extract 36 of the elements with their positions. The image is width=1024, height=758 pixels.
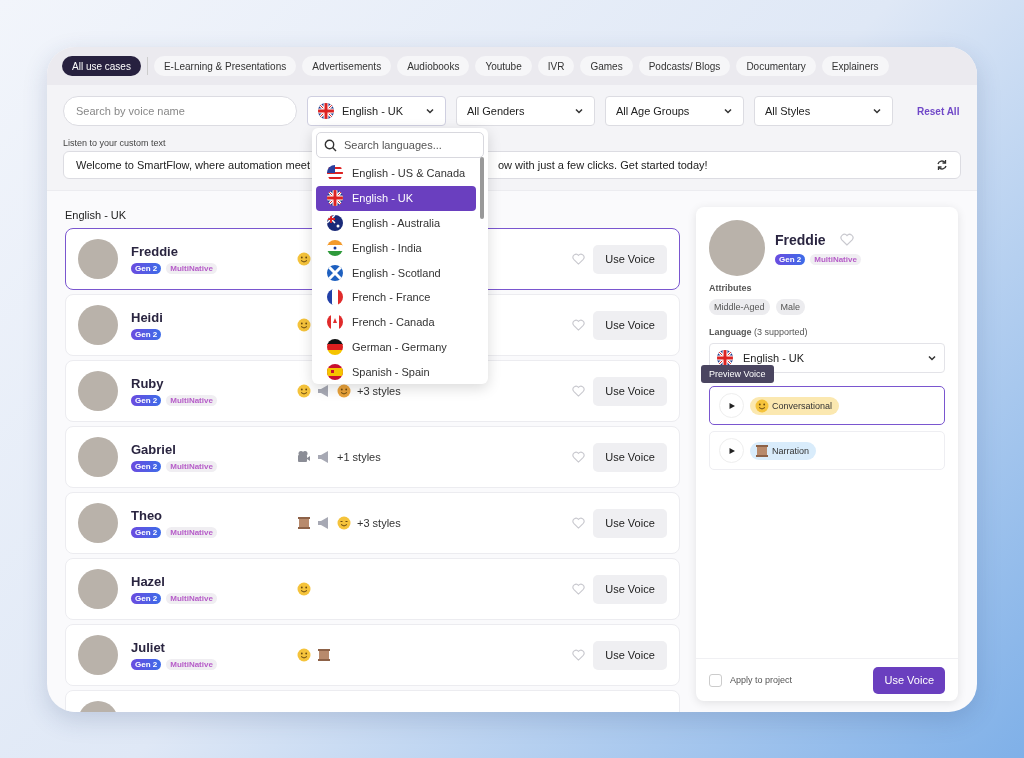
voice-name: Hazel bbox=[131, 574, 166, 589]
more-styles-text: +1 styles bbox=[337, 451, 381, 463]
tooltip: Preview Voice bbox=[701, 365, 774, 383]
gen-badge: Gen 2 bbox=[775, 253, 806, 265]
attributes-label: Attributes bbox=[709, 283, 753, 293]
style-chip: Narration bbox=[750, 441, 816, 460]
more-styles-text: +3 styles bbox=[357, 517, 401, 529]
gen-badge: Gen 2 bbox=[131, 263, 162, 274]
voice-name: Gabriel bbox=[131, 442, 177, 457]
gen-badge: Gen 2 bbox=[131, 527, 162, 538]
multinative-badge: MultiNative bbox=[166, 593, 217, 604]
multinative-badge: MultiNative bbox=[166, 263, 217, 274]
voice-name: Ruby bbox=[131, 376, 165, 391]
gen-badge: Gen 2 bbox=[131, 329, 162, 340]
voice-name: Theo bbox=[131, 508, 164, 523]
custom-text-label: Listen to your custom text bbox=[63, 138, 166, 148]
style-chip: Conversational bbox=[750, 396, 840, 415]
multinative-badge: MultiNative bbox=[166, 461, 217, 472]
apply-to-project-label: Apply to project bbox=[730, 675, 794, 685]
voice-name: Freddie bbox=[775, 231, 826, 248]
more-styles-text: +3 styles bbox=[357, 385, 401, 397]
multinative-badge: MultiNative bbox=[166, 527, 217, 538]
voice-name: Juliet bbox=[131, 640, 166, 655]
voice-name: Heidi bbox=[131, 310, 164, 325]
attribute-tag: Male bbox=[775, 299, 806, 315]
multinative-badge: MultiNative bbox=[810, 253, 861, 265]
list-heading: English - UK bbox=[65, 209, 128, 221]
language-label: Language (3 supported) bbox=[709, 327, 809, 337]
gen-badge: Gen 2 bbox=[131, 461, 162, 472]
multinative-badge: MultiNative bbox=[166, 395, 217, 406]
voice-name: Freddie bbox=[131, 244, 179, 259]
gen-badge: Gen 2 bbox=[131, 593, 162, 604]
gen-badge: Gen 2 bbox=[131, 395, 162, 406]
gen-badge: Gen 2 bbox=[131, 659, 162, 670]
attribute-tag: Middle-Aged bbox=[709, 299, 770, 315]
multinative-badge: MultiNative bbox=[166, 659, 217, 670]
